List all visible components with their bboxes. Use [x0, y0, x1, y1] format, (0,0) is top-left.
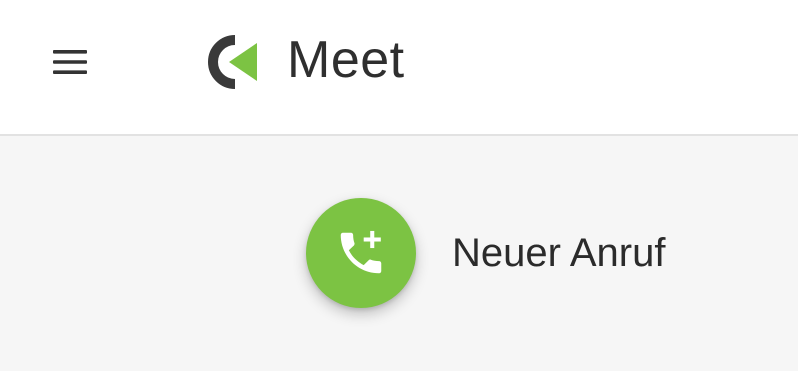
- new-call-fab[interactable]: [306, 198, 416, 308]
- new-call-action[interactable]: Neuer Anruf: [306, 198, 665, 308]
- meet-logo: [193, 34, 269, 90]
- meet-logo-icon: [208, 35, 257, 89]
- meet-app: Meet Neuer Anruf: [0, 0, 798, 371]
- app-title: Meet: [287, 31, 405, 89]
- main-content: Neuer Anruf: [0, 136, 798, 371]
- add-call-icon: [340, 230, 382, 274]
- new-call-label: Neuer Anruf: [452, 230, 666, 275]
- menu-button[interactable]: [38, 38, 102, 86]
- top-app-bar: Meet: [0, 0, 798, 136]
- hamburger-menu-icon: [53, 50, 87, 74]
